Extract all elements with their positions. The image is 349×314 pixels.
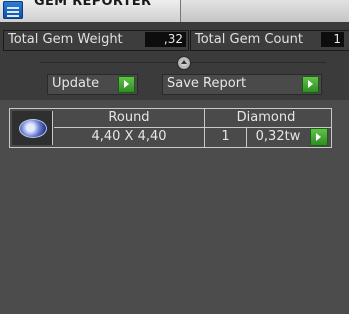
gem-material: Diamond [236,110,296,125]
save-report-button-label: Save Report [167,76,247,91]
update-button-label: Update [52,76,100,91]
save-report-button[interactable]: Save Report [162,74,322,95]
report-icon [3,1,23,19]
total-gem-count-value: 1 [321,32,344,47]
total-gem-weight-label: Total Gem Weight [8,32,123,47]
collapse-toggle-icon[interactable] [177,56,191,70]
gem-row[interactable]: Round Diamond 4,40 X 4,40 1 0,32tw [9,108,332,148]
tab-gem-reporter[interactable]: GEM REPORTER [0,0,181,22]
gem-size: 4,40 X 4,40 [91,129,167,144]
total-gem-weight-value: ,32 [145,32,186,47]
total-gem-weight: Total Gem Weight ,32 [3,30,189,51]
play-arrow-icon [302,76,319,93]
play-arrow-icon [118,76,135,93]
gem-count: 1 [221,129,230,144]
round-gem-icon [19,119,47,138]
tab-bar: GEM REPORTER [0,0,349,22]
gem-shape: Round [108,110,150,125]
update-button[interactable]: Update [47,74,138,95]
total-gem-count: Total Gem Count 1 [190,30,349,51]
tab-title: GEM REPORTER [34,0,152,9]
tab-bar-background [181,0,349,22]
total-gem-count-label: Total Gem Count [195,32,303,47]
gem-weight: 0,32tw [255,129,301,144]
gem-thumbnail [12,111,53,145]
open-gem-icon[interactable] [310,128,328,146]
